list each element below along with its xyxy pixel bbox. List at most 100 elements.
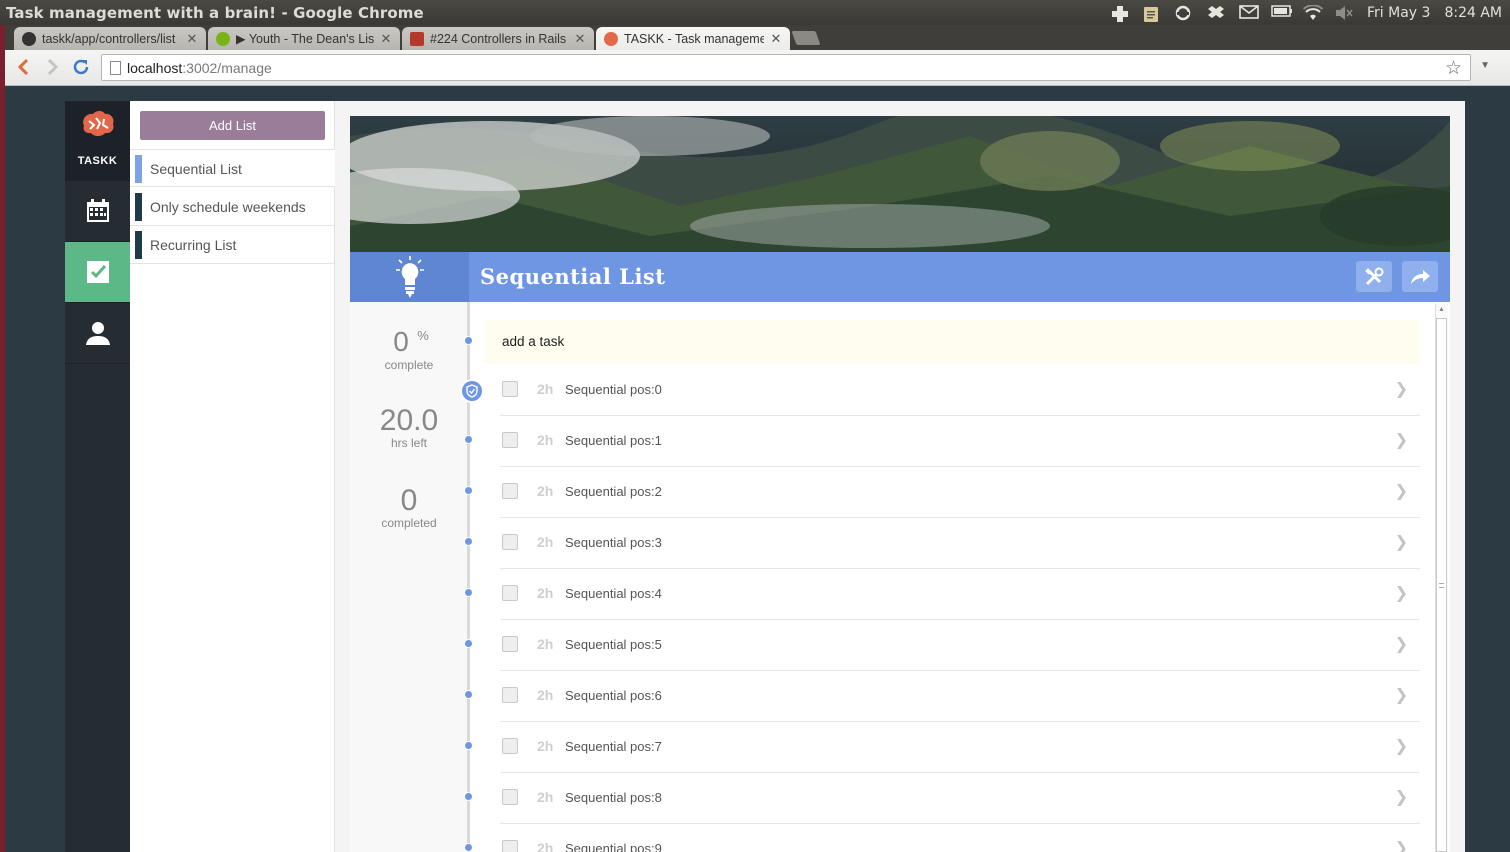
- clipboard-icon[interactable]: [1143, 5, 1161, 22]
- brand-label: TASKK: [77, 155, 118, 167]
- browser-tab-strip: taskk/app/controllers/list ✕ ▶ Youth - T…: [0, 25, 1510, 51]
- wifi-icon[interactable]: [1302, 4, 1324, 21]
- task-checkbox[interactable]: [502, 534, 518, 550]
- task-checkbox[interactable]: [502, 483, 518, 499]
- task-row[interactable]: 2h Sequential pos:9 ❯: [500, 824, 1420, 852]
- bookmark-star-icon[interactable]: ☆: [1445, 57, 1462, 80]
- task-checkbox[interactable]: [502, 636, 518, 652]
- url-text[interactable]: localhost:3002/manage: [127, 60, 272, 76]
- share-arrow-icon: [1411, 269, 1430, 284]
- tab-label: taskk/app/controllers/list: [42, 31, 176, 46]
- window-title: Task management with a brain! - Google C…: [6, 4, 424, 22]
- chevron-right-icon[interactable]: ❯: [1395, 532, 1408, 552]
- os-top-bar: Task management with a brain! - Google C…: [0, 0, 1510, 25]
- close-icon[interactable]: ✕: [770, 31, 782, 47]
- task-name: Sequential pos:2: [565, 484, 662, 499]
- browser-toolbar: localhost:3002/manage ☆ ▼: [5, 50, 1510, 86]
- url-host: localhost: [127, 60, 183, 76]
- task-row[interactable]: 2h Sequential pos:8 ❯: [500, 773, 1420, 824]
- timeline-current-marker-icon: [460, 379, 484, 403]
- share-list-button[interactable]: [1402, 261, 1438, 292]
- rail-item-calendar[interactable]: [65, 181, 130, 242]
- scrollbar-thumb[interactable]: [1436, 318, 1447, 852]
- task-hours: 2h: [537, 432, 554, 448]
- tab-label: #224 Controllers in Rails: [430, 31, 567, 46]
- chevron-right-icon[interactable]: ❯: [1395, 481, 1408, 501]
- close-icon[interactable]: ✕: [574, 31, 586, 47]
- rail-item-tasks[interactable]: [65, 242, 130, 303]
- task-checkbox[interactable]: [502, 381, 518, 397]
- address-bar[interactable]: localhost:3002/manage ☆: [101, 54, 1471, 81]
- timeline-dot: [464, 336, 473, 345]
- task-row[interactable]: 2h Sequential pos:6 ❯: [500, 671, 1420, 722]
- browser-tab-taskk[interactable]: TASKK - Task managemen ✕: [596, 27, 790, 51]
- tab-label: ▶ Youth - The Dean's List: [236, 32, 374, 46]
- browser-tab-github[interactable]: taskk/app/controllers/list ✕: [14, 27, 206, 50]
- clock-date[interactable]: Fri May 3: [1367, 5, 1430, 21]
- task-name: Sequential pos:3: [565, 535, 662, 550]
- add-task-input[interactable]: add a task: [485, 320, 1420, 364]
- dropbox-icon[interactable]: [1207, 5, 1225, 21]
- railscasts-icon: [410, 31, 424, 46]
- new-tab-button[interactable]: [791, 31, 821, 45]
- chevron-right-icon[interactable]: ❯: [1395, 379, 1408, 399]
- completed-label: completed: [381, 516, 437, 530]
- back-arrow-icon[interactable]: [13, 58, 33, 78]
- task-checkbox[interactable]: [502, 840, 518, 852]
- chevron-right-icon[interactable]: ❯: [1395, 430, 1408, 450]
- task-row[interactable]: 2h Sequential pos:2 ❯: [500, 467, 1420, 518]
- task-checkbox[interactable]: [502, 687, 518, 703]
- rail-item-profile[interactable]: [65, 303, 130, 364]
- task-row[interactable]: 2h Sequential pos:3 ❯: [500, 518, 1420, 569]
- chrome-menu-icon[interactable]: ▼: [1480, 60, 1490, 71]
- taskk-logo[interactable]: TASKK: [65, 101, 130, 181]
- close-icon[interactable]: ✕: [380, 31, 392, 47]
- chevron-right-icon[interactable]: ❯: [1395, 685, 1408, 705]
- chevron-right-icon[interactable]: ❯: [1395, 838, 1408, 852]
- chevron-right-icon[interactable]: ❯: [1395, 736, 1408, 756]
- task-checkbox[interactable]: [502, 789, 518, 805]
- brain-logo-icon: [82, 111, 114, 136]
- list-color-bar: [135, 155, 142, 183]
- mail-icon[interactable]: [1239, 5, 1259, 21]
- clock-time[interactable]: 8:24 AM: [1444, 5, 1502, 21]
- chevron-right-icon[interactable]: ❯: [1395, 634, 1408, 654]
- list-header-image: [350, 116, 1450, 252]
- browser-tab-spotify[interactable]: ▶ Youth - The Dean's List ✕: [208, 27, 400, 50]
- forward-arrow-icon[interactable]: [43, 58, 63, 78]
- list-item-weekends[interactable]: Only schedule weekends: [130, 188, 335, 226]
- task-checkbox[interactable]: [502, 738, 518, 754]
- task-hours: 2h: [537, 636, 554, 652]
- task-hours: 2h: [537, 534, 554, 550]
- volume-muted-icon[interactable]: [1335, 5, 1353, 21]
- timeline-dot: [464, 588, 473, 597]
- task-row[interactable]: 2h Sequential pos:1 ❯: [500, 416, 1420, 467]
- task-row[interactable]: 2h Sequential pos:0 ❯: [500, 365, 1420, 416]
- battery-icon[interactable]: [1271, 5, 1293, 21]
- list-item-recurring[interactable]: Recurring List: [130, 226, 335, 264]
- url-path: :3002/manage: [182, 60, 272, 76]
- add-list-button[interactable]: Add List: [140, 111, 325, 140]
- medical-cross-icon[interactable]: [1111, 5, 1129, 22]
- task-row[interactable]: 2h Sequential pos:7 ❯: [500, 722, 1420, 773]
- task-checkbox[interactable]: [502, 585, 518, 601]
- chevron-right-icon[interactable]: ❯: [1395, 583, 1408, 603]
- hours-left-label: hrs left: [390, 436, 427, 450]
- task-name: Sequential pos:7: [565, 739, 662, 754]
- list-settings-button[interactable]: [1356, 261, 1392, 292]
- task-hours: 2h: [537, 687, 554, 703]
- task-row[interactable]: 2h Sequential pos:4 ❯: [500, 569, 1420, 620]
- timeline-dot: [464, 639, 473, 648]
- browser-tab-railscasts[interactable]: #224 Controllers in Rails ✕: [402, 27, 594, 50]
- task-row[interactable]: 2h Sequential pos:5 ❯: [500, 620, 1420, 671]
- sync-icon[interactable]: [1175, 5, 1193, 21]
- taskk-favicon-icon: [604, 32, 618, 46]
- task-checkbox[interactable]: [502, 432, 518, 448]
- chevron-right-icon[interactable]: ❯: [1395, 787, 1408, 807]
- reload-icon[interactable]: [71, 58, 91, 78]
- list-item-sequential[interactable]: Sequential List: [130, 149, 335, 187]
- scroll-up-arrow-icon[interactable]: ▲: [1438, 306, 1445, 313]
- tools-icon: [1365, 267, 1384, 285]
- close-icon[interactable]: ✕: [186, 31, 198, 47]
- task-hours: 2h: [537, 738, 554, 754]
